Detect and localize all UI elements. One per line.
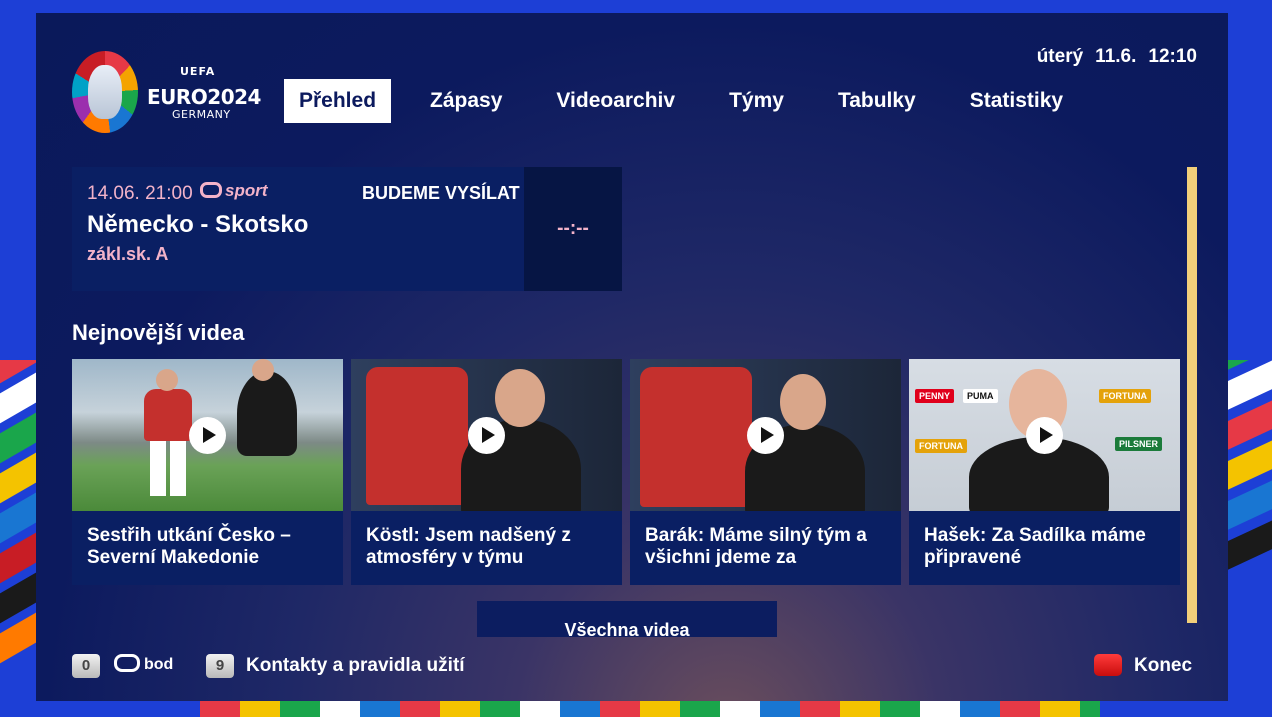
logo-euro-text: EURO2024 xyxy=(147,85,261,109)
tab-tabulky[interactable]: Tabulky xyxy=(823,79,931,123)
match-title: Německo - Skotsko xyxy=(87,211,309,238)
match-group: zákl.sk. A xyxy=(87,244,169,264)
video-thumbnail xyxy=(630,359,901,511)
logo-uefa-text: UEFA xyxy=(180,65,216,78)
video-card[interactable]: Barák: Máme silný tým a všichni jdeme za xyxy=(630,359,901,585)
key-9-icon[interactable]: 9 xyxy=(206,654,234,678)
tab-statistiky[interactable]: Statistiky xyxy=(955,79,1078,123)
section-title-latest-videos: Nejnovější videa xyxy=(72,320,245,345)
video-thumbnail: PENNY PUMA FORTUNA FORTUNA PILSNER xyxy=(909,359,1180,511)
broadcast-status: BUDEME VYSÍLAT xyxy=(362,183,520,203)
tab-videoarchiv[interactable]: Videoarchiv xyxy=(541,79,690,123)
tab-tymy[interactable]: Týmy xyxy=(714,79,799,123)
main-nav: Přehled Zápasy Videoarchiv Týmy Tabulky … xyxy=(284,79,1102,123)
trophy-icon xyxy=(72,51,138,133)
video-card[interactable]: Sestřih utkání Česko – Severní Makedonie xyxy=(72,359,343,585)
red-key-icon[interactable] xyxy=(1094,654,1122,676)
exit-button[interactable]: Konec xyxy=(1134,655,1192,677)
footer: 0 bod 9 Kontakty a pravidla užití Konec xyxy=(72,654,1192,684)
app-frame: UEFA EURO2024 GERMANY úterý 11.6. 12:10 Př… xyxy=(36,13,1228,701)
euro2024-logo: UEFA EURO2024 GERMANY xyxy=(72,51,262,135)
tab-prehled[interactable]: Přehled xyxy=(284,79,392,123)
ct-sport-logo: sport xyxy=(200,181,268,201)
tab-zapasy[interactable]: Zápasy xyxy=(415,79,517,123)
current-time: 12:10 xyxy=(1148,46,1197,67)
play-icon xyxy=(468,417,505,454)
video-title: Hašek: Za Sadílka máme připravené xyxy=(924,525,1146,568)
video-title: Sestřih utkání Česko – Severní Makedonie xyxy=(87,525,291,568)
match-card[interactable]: 14.06. 21:00 sport BUDEME VYSÍLAT Německ… xyxy=(72,167,622,291)
current-day: úterý xyxy=(1036,46,1084,67)
ct-logo-icon xyxy=(200,182,222,198)
play-icon xyxy=(1026,417,1063,454)
ct-logo-icon xyxy=(114,654,140,672)
play-icon xyxy=(747,417,784,454)
match-datetime: 14.06. 21:00 xyxy=(87,183,193,204)
all-videos-button[interactable]: Všechna videa xyxy=(477,601,777,639)
video-title: Köstl: Jsem nadšený z atmosféry v týmu xyxy=(366,525,571,568)
video-list: Sestřih utkání Česko – Severní Makedonie… xyxy=(72,359,1180,585)
contacts-link[interactable]: Kontakty a pravidla užití xyxy=(246,655,465,677)
channel-name: sport xyxy=(225,181,268,200)
scrollbar[interactable] xyxy=(1187,167,1197,623)
current-datetime: úterý 11.6. 12:10 xyxy=(1025,46,1197,68)
video-thumbnail xyxy=(351,359,622,511)
bod-label: bod xyxy=(144,656,174,673)
video-thumbnail xyxy=(72,359,343,511)
video-title: Barák: Máme silný tým a všichni jdeme za xyxy=(645,525,867,568)
video-card[interactable]: PENNY PUMA FORTUNA FORTUNA PILSNER Hašek… xyxy=(909,359,1180,585)
play-icon xyxy=(189,417,226,454)
logo-country-text: GERMANY xyxy=(172,108,231,121)
key-0-icon[interactable]: 0 xyxy=(72,654,100,678)
video-card[interactable]: Köstl: Jsem nadšený z atmosféry v týmu xyxy=(351,359,622,585)
current-date: 11.6. xyxy=(1095,46,1137,67)
match-score: --:-- xyxy=(524,167,622,291)
ct-bod-logo[interactable]: bod xyxy=(114,654,173,674)
